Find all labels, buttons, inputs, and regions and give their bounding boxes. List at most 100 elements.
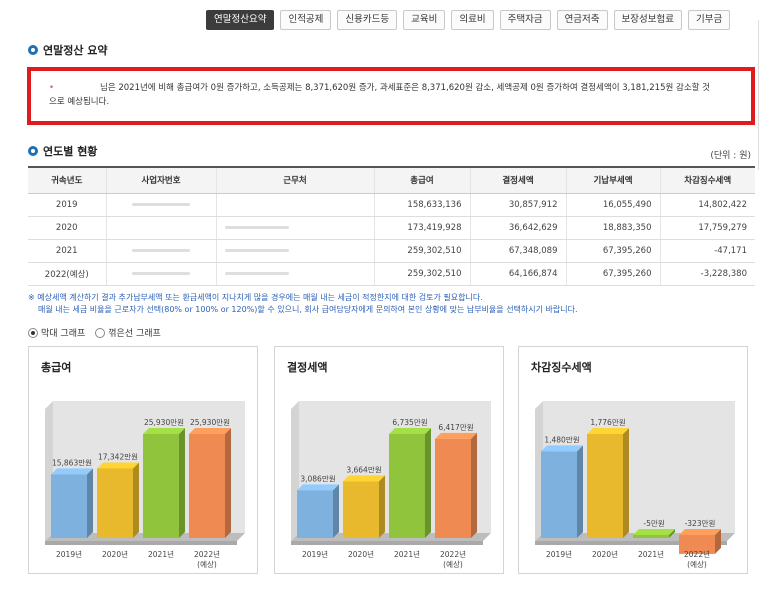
chart-bar: [189, 434, 225, 538]
chart-bar: [297, 490, 333, 538]
bar-side: [425, 428, 431, 538]
determined-tax-chart-panel: 결정세액 3,086만원 2019년 3,664만원 2020년 6,735만원 2021…: [274, 346, 504, 574]
table-header-row: 귀속년도 사업자번호 근무처 총급여 결정세액 기납부세액 차감징수세액: [28, 166, 755, 194]
radio-selected-icon: [28, 327, 38, 338]
bar-value-label: 25,930만원: [190, 418, 230, 427]
cell-total-salary: 158,633,136: [373, 193, 470, 217]
bar-side: [379, 475, 385, 538]
determined-tax-chart: 3,086만원 2019년 3,664만원 2020년 6,735만원 2021년 6,41…: [291, 401, 491, 569]
bar-value-label: 3,086만원: [300, 474, 335, 483]
cell-workplace: [215, 216, 374, 240]
summary-text-line2: 으로 예상됩니다.: [49, 97, 110, 107]
chart-bar: [541, 451, 577, 538]
col-year: 귀속년도: [28, 166, 106, 194]
cell-workplace: [215, 239, 374, 263]
cell-business-number: [105, 193, 216, 217]
summary-section-title: 연말정산 요약: [28, 42, 108, 58]
total-salary-chart-panel: 총급여 15,863만원 2019년 17,342만원 2020년 25,930만원 20…: [28, 346, 258, 574]
unit-label: (단위 : 원): [710, 151, 751, 161]
cell-business-number: [105, 262, 216, 286]
tax-notice: ※ 예상세액 계산하기 결과 추가납부세액 또는 환급세액이 지나치게 많을 경…: [28, 292, 578, 316]
bar-graph-radio[interactable]: 막대 그래프: [28, 326, 85, 339]
bar-value-label: 6,417만원: [438, 423, 473, 432]
x-tick-label: 2021년: [394, 549, 420, 559]
x-tick-label: 2021년: [148, 549, 174, 559]
tab-personal-deduction[interactable]: 인적공제: [280, 10, 332, 30]
yearly-title-text: 연도별 현황: [43, 145, 98, 158]
cell-determined-tax: 36,642,629: [469, 216, 566, 240]
bar-side: [471, 432, 477, 538]
summary-text-line1: 님은 2021년에 비해 총급여가 0원 증가하고, 소득공제는 8,371,6…: [100, 83, 710, 93]
summary-title-text: 연말정산 요약: [43, 44, 108, 57]
tab-pension-savings[interactable]: 연금저축: [556, 10, 608, 30]
chart-bar: [389, 434, 425, 538]
bar-top: [679, 529, 721, 535]
x-tick-label: 2022년: [684, 549, 710, 559]
col-total-salary: 총급여: [373, 166, 470, 194]
bar-value-label: 25,930만원: [144, 418, 184, 427]
bar-side: [333, 484, 339, 538]
bar-side: [87, 468, 93, 538]
bar-top: [51, 468, 93, 475]
bar-value-label: 6,735만원: [392, 418, 427, 427]
cell-business-number: [105, 216, 216, 240]
col-workplace: 근무처: [215, 166, 374, 194]
cell-year: 2022(예상): [28, 262, 106, 286]
tab-credit-card[interactable]: 신용카드등: [337, 10, 398, 30]
bar-side: [623, 428, 629, 538]
summary-dot-icon: •: [49, 83, 55, 93]
bar-value-label: 17,342만원: [98, 452, 138, 461]
cell-year: 2020: [28, 216, 106, 240]
chart-bar: [633, 535, 669, 538]
table-row: 2019 158,633,136 30,857,912 16,055,490 1…: [28, 193, 755, 217]
summary-box: • 님은 2021년에 비해 총급여가 0원 증가하고, 소득공제는 8,371,…: [27, 67, 755, 125]
x-tick-label: 2020년: [592, 549, 618, 559]
yearly-table: 귀속년도 사업자번호 근무처 총급여 결정세액 기납부세액 차감징수세액 201…: [28, 166, 755, 286]
tax-notice-line2: 매월 내는 세금 비율을 근로자가 선택(80% or 100% or 120%…: [38, 305, 578, 314]
bar-top: [389, 428, 431, 434]
cell-workplace: [215, 193, 374, 217]
section-bullet-icon: [28, 45, 38, 55]
bar-value-label: 3,664만원: [346, 465, 381, 474]
bar-top: [633, 529, 675, 535]
tab-housing-fund[interactable]: 주택자금: [499, 10, 551, 30]
chart-floor-edge: [45, 541, 237, 545]
x-tick-label: 2020년: [348, 549, 374, 559]
cell-prepaid-tax: 67,395,260: [565, 262, 660, 286]
col-deducted-tax: 차감징수세액: [659, 166, 755, 194]
bar-value-label: 15,863만원: [52, 458, 92, 467]
tab-year-end-summary[interactable]: 연말정산요약: [206, 10, 275, 30]
bar-top: [343, 475, 385, 482]
line-graph-label: 꺾은선 그래프: [108, 329, 161, 339]
x-tick-label: 2020년: [102, 549, 128, 559]
cell-deducted-tax: 14,802,422: [659, 193, 755, 217]
tab-education[interactable]: 교육비: [403, 10, 446, 30]
cell-deducted-tax: -47,171: [659, 239, 755, 263]
bar-value-label: 1,776만원: [590, 418, 625, 427]
cell-total-salary: 173,419,928: [373, 216, 470, 240]
cell-prepaid-tax: 18,883,350: [565, 216, 660, 240]
section-bullet-icon: [28, 146, 38, 156]
tab-insurance[interactable]: 보장성보험료: [613, 10, 682, 30]
cell-deducted-tax: -3,228,380: [659, 262, 755, 286]
x-tick-label: 2019년: [56, 549, 82, 559]
bar-side: [577, 445, 583, 538]
right-edge-panel: [758, 20, 773, 170]
tab-medical[interactable]: 의료비: [451, 10, 494, 30]
bar-side: [225, 428, 231, 538]
bar-value-label: 1,480만원: [544, 435, 579, 444]
table-row: 2020 173,419,928 36,642,629 18,883,350 1…: [28, 216, 755, 240]
cell-workplace: [215, 262, 374, 286]
x-tick-sublabel: (예상): [443, 559, 463, 569]
x-tick-label: 2021년: [638, 549, 664, 559]
chart-bar: [343, 481, 379, 538]
bar-graph-label: 막대 그래프: [41, 329, 86, 339]
deducted-tax-chart-panel: 차감징수세액 1,480만원 2019년 1,776만원 2020년 -5만원 2021년…: [518, 346, 748, 574]
line-graph-radio[interactable]: 꺾은선 그래프: [95, 326, 161, 339]
bar-value-label: -323만원: [685, 519, 716, 528]
x-tick-label: 2019년: [546, 549, 572, 559]
tab-donation[interactable]: 기부금: [687, 10, 731, 30]
bar-top: [97, 462, 139, 469]
cell-determined-tax: 67,348,089: [469, 239, 566, 263]
cell-determined-tax: 64,166,874: [469, 262, 566, 286]
